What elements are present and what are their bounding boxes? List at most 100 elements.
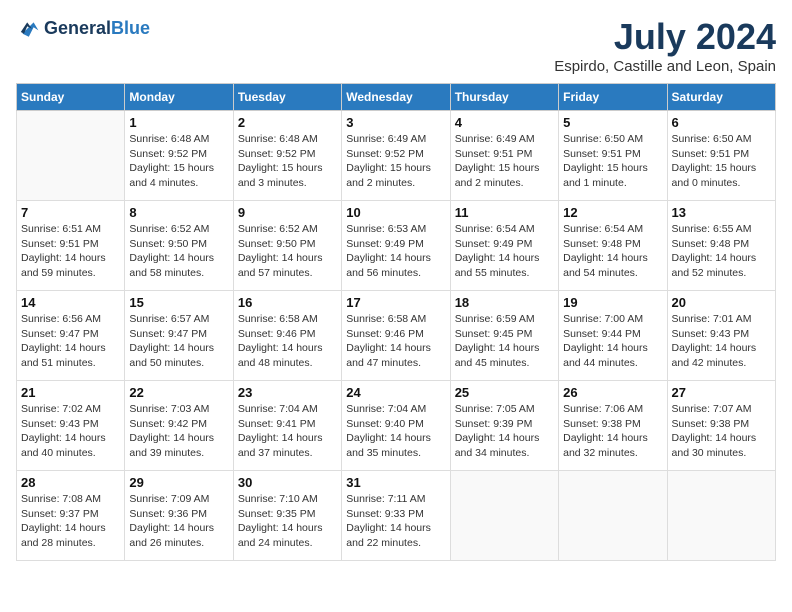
calendar-cell: 21Sunrise: 7:02 AM Sunset: 9:43 PM Dayli… <box>17 381 125 471</box>
calendar-cell <box>559 471 667 561</box>
calendar-week-2: 7 Sunrise: 6:51 AM Sunset: 9:51 PM Daylig… <box>17 201 776 291</box>
day-number: 3 <box>346 115 445 130</box>
calendar-cell: 16 Sunrise: 6:58 AM Sunset: 9:46 PM Dayli… <box>233 291 341 381</box>
day-number: 10 <box>346 205 445 220</box>
day-info: Sunrise: 7:04 AM Sunset: 9:41 PM Dayligh… <box>238 402 337 461</box>
calendar-cell: 29 Sunrise: 7:09 AM Sunset: 9:36 PM Dayli… <box>125 471 233 561</box>
logo-blue-text: Blue <box>111 18 150 38</box>
day-info: Sunrise: 6:56 AM Sunset: 9:47 PM Dayligh… <box>21 312 120 371</box>
calendar-cell: 9 Sunrise: 6:52 AM Sunset: 9:50 PM Daylig… <box>233 201 341 291</box>
calendar-cell: 12 Sunrise: 6:54 AM Sunset: 9:48 PM Dayli… <box>559 201 667 291</box>
calendar-cell: 27 Sunrise: 7:07 AM Sunset: 9:38 PM Dayli… <box>667 381 775 471</box>
header: GeneralBlue July 2024 Espirdo, Castille … <box>16 16 776 75</box>
calendar-cell: 13Sunrise: 6:55 AM Sunset: 9:48 PM Dayli… <box>667 201 775 291</box>
day-number: 27 <box>672 385 771 400</box>
day-number: 23 <box>238 385 337 400</box>
day-info: Sunrise: 7:00 AM Sunset: 9:44 PM Dayligh… <box>563 312 662 371</box>
calendar-cell: 31Sunrise: 7:11 AM Sunset: 9:33 PM Dayli… <box>342 471 450 561</box>
calendar-cell: 28Sunrise: 7:08 AM Sunset: 9:37 PM Dayli… <box>17 471 125 561</box>
day-number: 8 <box>129 205 228 220</box>
calendar-cell: 18 Sunrise: 6:59 AM Sunset: 9:45 PM Dayli… <box>450 291 558 381</box>
calendar-cell: 20 Sunrise: 7:01 AM Sunset: 9:43 PM Dayli… <box>667 291 775 381</box>
logo-icon <box>16 16 40 40</box>
calendar-cell: 6 Sunrise: 6:50 AM Sunset: 9:51 PM Daylig… <box>667 111 775 201</box>
calendar-cell: 1 Sunrise: 6:48 AM Sunset: 9:52 PM Daylig… <box>125 111 233 201</box>
day-number: 29 <box>129 475 228 490</box>
day-number: 21 <box>21 385 120 400</box>
calendar-cell: 23 Sunrise: 7:04 AM Sunset: 9:41 PM Dayli… <box>233 381 341 471</box>
day-info: Sunrise: 6:51 AM Sunset: 9:51 PM Dayligh… <box>21 222 120 281</box>
calendar-cell: 7 Sunrise: 6:51 AM Sunset: 9:51 PM Daylig… <box>17 201 125 291</box>
month-year-title: July 2024 <box>554 16 776 58</box>
calendar-cell: 17 Sunrise: 6:58 AM Sunset: 9:46 PM Dayli… <box>342 291 450 381</box>
day-number: 15 <box>129 295 228 310</box>
calendar-cell: 14Sunrise: 6:56 AM Sunset: 9:47 PM Dayli… <box>17 291 125 381</box>
day-number: 4 <box>455 115 554 130</box>
day-info: Sunrise: 6:57 AM Sunset: 9:47 PM Dayligh… <box>129 312 228 371</box>
day-info: Sunrise: 6:52 AM Sunset: 9:50 PM Dayligh… <box>129 222 228 281</box>
location-subtitle: Espirdo, Castille and Leon, Spain <box>554 58 776 75</box>
day-number: 1 <box>129 115 228 130</box>
day-info: Sunrise: 6:59 AM Sunset: 9:45 PM Dayligh… <box>455 312 554 371</box>
day-info: Sunrise: 6:58 AM Sunset: 9:46 PM Dayligh… <box>346 312 445 371</box>
day-number: 2 <box>238 115 337 130</box>
calendar-week-3: 14Sunrise: 6:56 AM Sunset: 9:47 PM Dayli… <box>17 291 776 381</box>
weekday-header-sunday: Sunday <box>17 84 125 111</box>
calendar-cell: 5 Sunrise: 6:50 AM Sunset: 9:51 PM Daylig… <box>559 111 667 201</box>
calendar-cell: 10 Sunrise: 6:53 AM Sunset: 9:49 PM Dayli… <box>342 201 450 291</box>
day-info: Sunrise: 6:58 AM Sunset: 9:46 PM Dayligh… <box>238 312 337 371</box>
day-info: Sunrise: 7:01 AM Sunset: 9:43 PM Dayligh… <box>672 312 771 371</box>
day-info: Sunrise: 7:09 AM Sunset: 9:36 PM Dayligh… <box>129 492 228 551</box>
day-info: Sunrise: 6:49 AM Sunset: 9:51 PM Dayligh… <box>455 132 554 191</box>
day-info: Sunrise: 6:50 AM Sunset: 9:51 PM Dayligh… <box>672 132 771 191</box>
day-info: Sunrise: 7:07 AM Sunset: 9:38 PM Dayligh… <box>672 402 771 461</box>
day-number: 30 <box>238 475 337 490</box>
day-info: Sunrise: 6:52 AM Sunset: 9:50 PM Dayligh… <box>238 222 337 281</box>
day-number: 24 <box>346 385 445 400</box>
day-info: Sunrise: 6:53 AM Sunset: 9:49 PM Dayligh… <box>346 222 445 281</box>
day-number: 5 <box>563 115 662 130</box>
title-area: July 2024 Espirdo, Castille and Leon, Sp… <box>554 16 776 75</box>
day-info: Sunrise: 6:55 AM Sunset: 9:48 PM Dayligh… <box>672 222 771 281</box>
calendar-cell: 3 Sunrise: 6:49 AM Sunset: 9:52 PM Daylig… <box>342 111 450 201</box>
day-number: 12 <box>563 205 662 220</box>
day-number: 20 <box>672 295 771 310</box>
calendar-cell: 26Sunrise: 7:06 AM Sunset: 9:38 PM Dayli… <box>559 381 667 471</box>
day-number: 18 <box>455 295 554 310</box>
calendar-cell <box>17 111 125 201</box>
day-info: Sunrise: 6:48 AM Sunset: 9:52 PM Dayligh… <box>129 132 228 191</box>
day-number: 16 <box>238 295 337 310</box>
day-info: Sunrise: 6:54 AM Sunset: 9:48 PM Dayligh… <box>563 222 662 281</box>
calendar-cell: 22 Sunrise: 7:03 AM Sunset: 9:42 PM Dayli… <box>125 381 233 471</box>
day-info: Sunrise: 7:08 AM Sunset: 9:37 PM Dayligh… <box>21 492 120 551</box>
day-number: 9 <box>238 205 337 220</box>
day-info: Sunrise: 6:54 AM Sunset: 9:49 PM Dayligh… <box>455 222 554 281</box>
day-number: 7 <box>21 205 120 220</box>
calendar-week-1: 1 Sunrise: 6:48 AM Sunset: 9:52 PM Daylig… <box>17 111 776 201</box>
weekday-header-saturday: Saturday <box>667 84 775 111</box>
calendar-cell: 15 Sunrise: 6:57 AM Sunset: 9:47 PM Dayli… <box>125 291 233 381</box>
weekday-header-thursday: Thursday <box>450 84 558 111</box>
calendar-week-5: 28Sunrise: 7:08 AM Sunset: 9:37 PM Dayli… <box>17 471 776 561</box>
day-info: Sunrise: 7:04 AM Sunset: 9:40 PM Dayligh… <box>346 402 445 461</box>
calendar-week-4: 21Sunrise: 7:02 AM Sunset: 9:43 PM Dayli… <box>17 381 776 471</box>
calendar-cell: 8 Sunrise: 6:52 AM Sunset: 9:50 PM Daylig… <box>125 201 233 291</box>
calendar-cell: 25 Sunrise: 7:05 AM Sunset: 9:39 PM Dayli… <box>450 381 558 471</box>
calendar-table: SundayMondayTuesdayWednesdayThursdayFrid… <box>16 83 776 561</box>
day-number: 25 <box>455 385 554 400</box>
day-info: Sunrise: 7:03 AM Sunset: 9:42 PM Dayligh… <box>129 402 228 461</box>
day-info: Sunrise: 6:49 AM Sunset: 9:52 PM Dayligh… <box>346 132 445 191</box>
calendar-cell: 24 Sunrise: 7:04 AM Sunset: 9:40 PM Dayli… <box>342 381 450 471</box>
calendar-cell: 4 Sunrise: 6:49 AM Sunset: 9:51 PM Daylig… <box>450 111 558 201</box>
day-number: 22 <box>129 385 228 400</box>
day-number: 17 <box>346 295 445 310</box>
day-info: Sunrise: 7:11 AM Sunset: 9:33 PM Dayligh… <box>346 492 445 551</box>
calendar-body: 1 Sunrise: 6:48 AM Sunset: 9:52 PM Daylig… <box>17 111 776 561</box>
calendar-cell <box>450 471 558 561</box>
day-info: Sunrise: 6:50 AM Sunset: 9:51 PM Dayligh… <box>563 132 662 191</box>
weekday-header-wednesday: Wednesday <box>342 84 450 111</box>
day-number: 6 <box>672 115 771 130</box>
calendar-cell: 19Sunrise: 7:00 AM Sunset: 9:44 PM Dayli… <box>559 291 667 381</box>
day-info: Sunrise: 7:05 AM Sunset: 9:39 PM Dayligh… <box>455 402 554 461</box>
weekday-header-friday: Friday <box>559 84 667 111</box>
